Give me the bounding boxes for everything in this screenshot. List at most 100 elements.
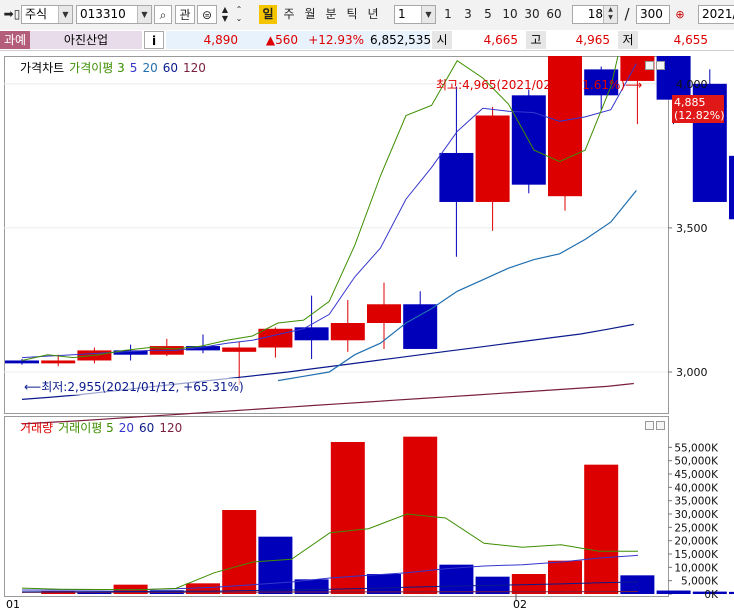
interval-10-button[interactable]: 10 <box>500 5 520 24</box>
current-price: 4,890 <box>166 31 244 49</box>
price-tick-label: 4,000 <box>676 78 708 91</box>
legend-vol-ma120[interactable]: 120 <box>159 421 182 435</box>
volume-tick-label: 35,000K <box>674 496 719 508</box>
chart-area: 3,0003,5004,0004,5005,0000K5,000K10,000K… <box>0 56 734 611</box>
candle-body <box>5 360 39 364</box>
high-price: 4,965 <box>546 31 616 49</box>
legend-volume[interactable]: 거래량 <box>20 421 53 435</box>
last-price-tag: 4,885 (12.82%) <box>672 95 725 123</box>
market-select-value: 주식 <box>25 7 48 21</box>
toolbar: ➡▯ 주식 ▼ 013310 ▼ ⌕ 관 ⊜ ▲ ▼ ⌃ ⌄ 일 주 월 분 틱 년… <box>0 0 734 31</box>
page-total-input[interactable]: 300 <box>636 5 670 24</box>
volume-bar <box>548 560 582 594</box>
link-icon[interactable]: ➡▯ <box>3 5 21 24</box>
volume-tick-label: 55,000K <box>674 442 719 454</box>
volume-bar <box>584 464 619 594</box>
code-input-value: 013310 <box>80 7 126 21</box>
search-icon[interactable]: ⌕ <box>154 5 172 24</box>
legend-ma120[interactable]: 120 <box>183 61 206 75</box>
volume-bar <box>656 590 691 594</box>
volume-tick-label: 40,000K <box>674 482 719 494</box>
updown-icon[interactable]: ▲ ▼ <box>219 5 231 24</box>
price-tick-label: 3,500 <box>676 222 708 235</box>
interval-30-button[interactable]: 30 <box>522 5 542 24</box>
candle-body <box>475 115 510 202</box>
tax-badge: 과예 <box>0 31 30 49</box>
volume-tick-label: 45,000K <box>674 469 719 481</box>
price-tick-label: 3,000 <box>676 366 708 379</box>
last-price-value: 4,885 <box>674 96 706 109</box>
volume-bar <box>729 591 734 594</box>
trade-volume: 6,852,535 <box>370 31 432 49</box>
maximize-icon[interactable] <box>645 421 654 430</box>
quote-bar: 과예 아진산업 i 4,890 ▲560 +12.93% 6,852,535 시… <box>0 30 734 51</box>
tab-weekly[interactable]: 주 <box>280 5 298 24</box>
legend-ma60[interactable]: 60 <box>163 61 178 75</box>
price-change: ▲560 <box>244 31 304 49</box>
legend-vol-ma5[interactable]: 거래이평 5 <box>58 421 114 435</box>
interval-60-button[interactable]: 60 <box>544 5 564 24</box>
legend-ma5[interactable]: 5 <box>130 61 138 75</box>
tab-yearly[interactable]: 년 <box>364 5 382 24</box>
maximize-icon[interactable] <box>645 61 654 70</box>
interval-1-button[interactable]: 1 <box>440 5 456 24</box>
x-label-feb: 02 <box>513 598 527 611</box>
candle-body <box>729 155 734 220</box>
page-separator: / <box>624 5 630 23</box>
volume-tick-label: 50,000K <box>674 456 719 468</box>
max-price-note: 최고:4,965(2021/02/04, -1.61%)⟶ <box>436 78 643 92</box>
low-label: 저 <box>618 31 638 49</box>
volume-bar <box>258 536 293 594</box>
legend-ma20[interactable]: 20 <box>142 61 157 75</box>
gwan-button[interactable]: 관 <box>175 5 195 24</box>
chevron-down-icon: ▼ <box>58 6 72 23</box>
volume-tick-label: 15,000K <box>674 549 719 561</box>
candle-body <box>330 323 365 341</box>
close-icon[interactable] <box>656 421 665 430</box>
market-select[interactable]: 주식 ▼ <box>21 5 73 24</box>
updown-icon[interactable]: ⌃ ⌄ <box>233 5 245 24</box>
volume-tick-label: 25,000K <box>674 522 719 534</box>
legend-vol-ma60[interactable]: 60 <box>139 421 154 435</box>
high-label: 고 <box>526 31 546 49</box>
volume-bar <box>367 574 401 594</box>
legend-price-chart[interactable]: 가격차트 <box>20 61 64 75</box>
legend-ma3[interactable]: 가격이평 3 <box>69 61 125 75</box>
period-select[interactable]: 1 ▼ <box>394 5 436 24</box>
interval-3-button[interactable]: 3 <box>460 5 476 24</box>
candle-body <box>439 152 474 202</box>
chart-svg: 3,0003,5004,0004,5005,0000K5,000K10,000K… <box>4 56 734 601</box>
tab-monthly[interactable]: 월 <box>301 5 319 24</box>
x-label-jan: 01 <box>6 598 20 611</box>
interval-5-button[interactable]: 5 <box>480 5 496 24</box>
volume-tick-label: 5,000K <box>681 576 719 588</box>
tab-tick[interactable]: 틱 <box>343 5 361 24</box>
candle-body <box>222 347 257 352</box>
open-label: 시 <box>432 31 452 49</box>
tab-daily[interactable]: 일 <box>259 5 277 24</box>
candle-body <box>403 304 438 349</box>
close-icon[interactable] <box>656 61 665 70</box>
spinner-icon: ▲ ▼ <box>603 6 617 23</box>
low-price: 4,655 <box>638 31 714 49</box>
last-price-percent: (12.82%) <box>674 109 725 122</box>
tab-minute[interactable]: 분 <box>322 5 340 24</box>
add-icon[interactable]: ⊕ <box>672 5 688 24</box>
chevron-down-icon: ▼ <box>421 6 435 23</box>
settings-icon[interactable]: ⊜ <box>197 5 217 24</box>
volume-tick-label: 10,000K <box>674 562 719 574</box>
volume-tick-label: 20,000K <box>674 536 719 548</box>
change-percent: +12.93% <box>304 31 370 49</box>
page-current-value: 18 <box>587 7 603 21</box>
volume-bar <box>222 510 257 594</box>
min-price-note: ⟵최저:2,955(2021/01/12, +65.31%) <box>24 378 244 395</box>
volume-legend: 거래량 거래이평 5 20 60 120 <box>20 419 187 436</box>
code-input[interactable]: 013310 ▼ <box>76 5 152 24</box>
volume-tick-label: 30,000K <box>674 509 719 521</box>
volume-tick-label: 0K <box>704 589 719 601</box>
legend-vol-ma20[interactable]: 20 <box>119 421 134 435</box>
chevron-down-icon: ▼ <box>137 6 151 23</box>
info-button[interactable]: i <box>144 31 164 49</box>
page-current-input[interactable]: 18 ▲ ▼ <box>572 5 618 24</box>
date-input[interactable]: 2021/ <box>698 5 734 24</box>
